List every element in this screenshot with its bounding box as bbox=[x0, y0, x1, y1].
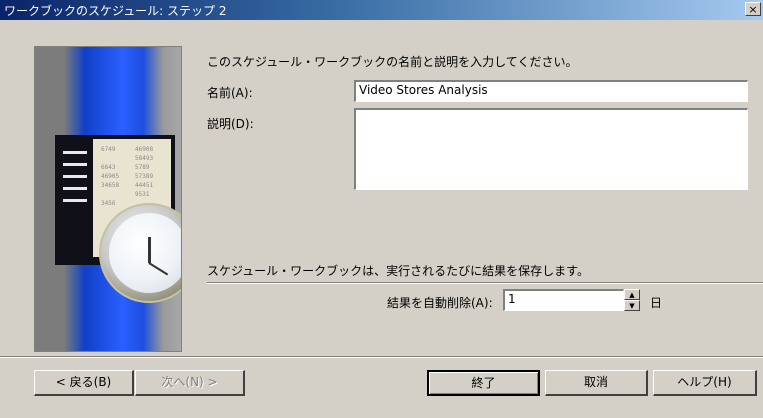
description-field[interactable] bbox=[354, 108, 748, 190]
name-label: 名前(A): bbox=[207, 86, 253, 100]
instruction-text: このスケジュール・ワークブックの名前と説明を入力してください。 bbox=[207, 55, 578, 69]
description-label: 説明(D): bbox=[207, 117, 254, 131]
text-line bbox=[63, 151, 87, 154]
title-bar: ワークブックのスケジュール: ステップ 2 × bbox=[0, 0, 763, 20]
wizard-illustration: 6749 6643 46905 34658 3456 46908 58493 5… bbox=[34, 46, 182, 352]
window-title: ワークブックのスケジュール: ステップ 2 bbox=[4, 4, 227, 18]
text-line bbox=[63, 199, 87, 202]
spreadsheet-column: 46908 58493 5789 57389 44451 9531 bbox=[135, 146, 154, 198]
text-line bbox=[63, 175, 87, 178]
name-field[interactable]: Video Stores Analysis bbox=[354, 80, 748, 102]
auto-delete-unit: 日 bbox=[650, 296, 663, 310]
next-button[interactable]: 次へ(N) > bbox=[135, 370, 245, 396]
footer-separator bbox=[0, 357, 763, 358]
clock-hour-hand bbox=[148, 237, 151, 263]
finish-button[interactable]: 終了 bbox=[427, 370, 540, 396]
clock-face bbox=[109, 213, 181, 293]
spin-up-icon[interactable]: ▲ bbox=[624, 289, 640, 300]
back-button[interactable]: < 戻る(B) bbox=[34, 370, 134, 396]
help-button[interactable]: ヘルプ(H) bbox=[653, 370, 757, 396]
spreadsheet-column: 6749 6643 46905 34658 3456 bbox=[101, 146, 120, 207]
text-line bbox=[63, 163, 87, 166]
cancel-button[interactable]: 取消 bbox=[545, 370, 648, 396]
auto-delete-spinner[interactable]: ▲ ▼ bbox=[624, 289, 640, 311]
text-line bbox=[63, 187, 87, 190]
close-button[interactable]: × bbox=[745, 2, 761, 16]
spin-down-icon[interactable]: ▼ bbox=[624, 300, 640, 311]
separator bbox=[207, 283, 763, 284]
save-note-text: スケジュール・ワークブックは、実行されるたびに結果を保存します。 bbox=[207, 264, 589, 278]
auto-delete-label: 結果を自動削除(A): bbox=[387, 296, 493, 310]
auto-delete-field[interactable]: 1 bbox=[503, 289, 624, 311]
